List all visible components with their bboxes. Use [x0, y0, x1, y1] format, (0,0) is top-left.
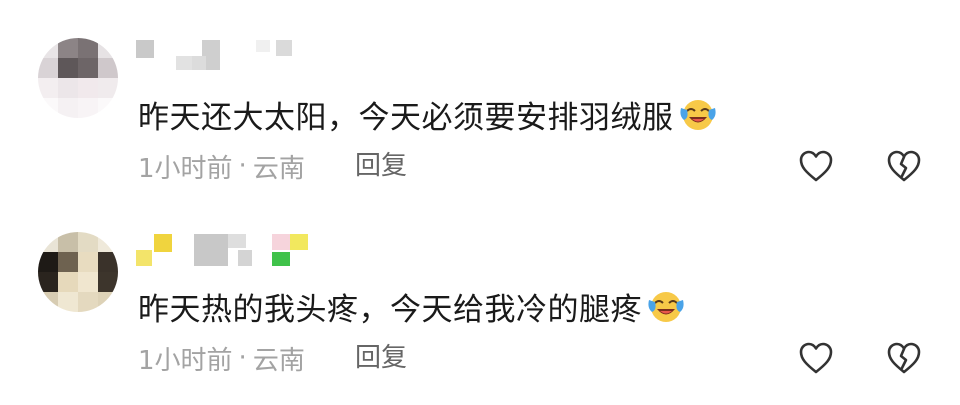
comment-time: 1小时前: [138, 345, 233, 376]
comment-time: 1小时前: [138, 153, 233, 184]
comment-text: 昨天热的我头疼，今天给我冷的腿疼: [138, 284, 686, 328]
comment-location: 云南: [252, 345, 305, 376]
dislike-button[interactable]: [884, 338, 924, 378]
like-button[interactable]: [796, 338, 836, 378]
like-button[interactable]: [796, 146, 836, 186]
comment-location: 云南: [252, 153, 305, 184]
heart-outline-icon: [799, 342, 833, 374]
reply-button[interactable]: 回复: [355, 148, 407, 184]
comment-meta: 1小时前 · 云南: [138, 340, 305, 376]
broken-heart-icon: [887, 342, 921, 374]
comment-item: 昨天还大太阳，今天必须要安排羽绒服 1小时前 · 云南 回复: [0, 0, 960, 190]
username-pixelated[interactable]: [136, 230, 336, 268]
comment-item: 昨天热的我头疼，今天给我冷的腿疼 1小时前 · 云南 回复: [0, 196, 960, 386]
broken-heart-icon: [887, 150, 921, 182]
comment-text: 昨天还大太阳，今天必须要安排羽绒服: [138, 92, 718, 136]
comment-meta: 1小时前 · 云南: [138, 148, 305, 184]
laughing-crying-emoji-icon: [679, 100, 716, 130]
meta-separator: ·: [238, 151, 247, 181]
username-pixelated[interactable]: [136, 34, 336, 72]
avatar[interactable]: [38, 38, 118, 118]
avatar[interactable]: [38, 232, 118, 312]
reply-button[interactable]: 回复: [355, 340, 407, 376]
comment-text-content: 昨天还大太阳，今天必须要安排羽绒服: [138, 99, 674, 136]
laughing-crying-emoji-icon: [648, 292, 684, 322]
heart-outline-icon: [799, 150, 833, 182]
dislike-button[interactable]: [884, 146, 924, 186]
comment-text-content: 昨天热的我头疼，今天给我冷的腿疼: [138, 291, 642, 328]
meta-separator: ·: [238, 343, 247, 373]
